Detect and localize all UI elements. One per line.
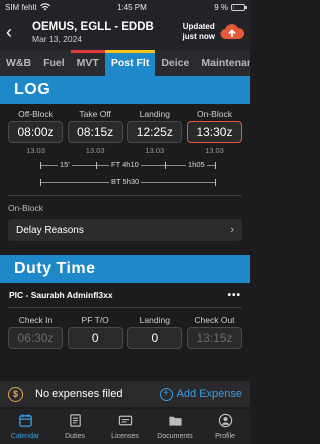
on-block-block: On-Block 13:30z 13.03 <box>186 108 242 155</box>
nav-calendar[interactable]: Calendar <box>3 413 48 440</box>
plus-circle-icon[interactable]: + <box>159 387 173 401</box>
check-in-duty-block: Check In 06:30z <box>8 314 63 349</box>
pic-name: PIC - Saurabh Adminfl3xx <box>9 290 113 300</box>
battery-percent: 9 % <box>214 2 228 12</box>
flight-date: Mar 13, 2024 <box>32 33 83 44</box>
landing-time-field[interactable]: 12:25z <box>127 121 183 143</box>
duty-section-title: Duty Time <box>0 255 250 283</box>
taxi-flight-timeline: 15' FT 4h10 1h05 <box>8 159 242 172</box>
nav-duties[interactable]: Duties <box>53 413 98 440</box>
onblock-subheading: On-Block <box>8 203 43 213</box>
nav-documents[interactable]: Documents <box>153 413 198 440</box>
bottom-navigation: Calendar Duties Licenses Documents Profile <box>0 409 250 444</box>
take-off-time-field[interactable]: 08:15z <box>67 121 123 143</box>
check-out-duty-label: Check Out <box>194 315 235 325</box>
tab-mvt[interactable]: MVT <box>70 50 105 76</box>
add-expense-button[interactable]: Add Expense <box>177 388 242 400</box>
nav-licenses[interactable]: Licenses <box>103 413 148 440</box>
tab-maintenance[interactable]: Maintenance <box>195 50 250 76</box>
off-block-block: Off-Block 08:00z 13.03 <box>8 108 63 155</box>
off-block-time-field[interactable]: 08:00z <box>8 121 63 143</box>
calendar-icon <box>18 413 33 433</box>
pf-t-o-duty-label: PF T/O <box>81 315 109 325</box>
dollar-icon: $ <box>8 386 23 402</box>
wifi-icon <box>39 3 50 11</box>
licenses-icon <box>118 413 133 433</box>
nav-label: Licenses <box>111 433 139 440</box>
nav-label: Calendar <box>10 433 40 440</box>
on-block-label: On-Block <box>196 109 232 119</box>
nav-label: Profile <box>215 433 235 440</box>
check-out-duty-block: Check Out 13:15z <box>186 314 242 349</box>
landing-duty-label: Landing <box>139 315 170 325</box>
battery-icon <box>230 3 247 11</box>
check-in-duty-label: Check In <box>18 315 53 325</box>
pf-t-o-duty-block: PF T/O 0 <box>67 314 123 349</box>
expenses-bar: $ No expenses filed + Add Expense <box>0 381 250 407</box>
landing-date: 13.03 <box>145 146 165 155</box>
check-in-duty-field[interactable]: 06:30z <box>8 327 63 349</box>
status-bar: SIM fehlt 1:45 PM 9 % <box>0 0 250 14</box>
take-off-label: Take Off <box>79 109 111 119</box>
duties-icon <box>68 413 83 433</box>
taxi-out-time: 15' <box>58 160 72 169</box>
log-section: Off-Block 08:00z 13.03 Take Off 08:15z 13.03 L… <box>0 104 250 241</box>
sync-status: Updated just now <box>182 22 215 41</box>
log-section-title: LOG <box>0 76 250 104</box>
section-tabs: W&BFuelMVTPost FltDeiceMaintenance <box>0 50 250 76</box>
delay-reasons-button[interactable]: Delay Reasons › <box>8 219 242 241</box>
tab-post-flt[interactable]: Post Flt <box>104 50 156 76</box>
take-off-block: Take Off 08:15z 13.03 <box>67 108 123 155</box>
delay-reasons-label: Delay Reasons <box>16 224 84 236</box>
on-block-time-field[interactable]: 13:30z <box>186 121 242 143</box>
nav-label: Duties <box>65 433 85 440</box>
off-block-date: 13.03 <box>26 146 45 155</box>
pf-t-o-duty-field[interactable]: 0 <box>67 327 123 349</box>
landing-block: Landing 12:25z 13.03 <box>127 108 183 155</box>
chevron-right-icon: › <box>230 224 234 236</box>
pic-row: PIC - Saurabh Adminfl3xx ••• <box>0 283 250 307</box>
flight-title: OEMUS, EGLL - EDDB <box>32 20 154 33</box>
landing-duty-block: Landing 0 <box>127 314 183 349</box>
taxi-in-time: 1h05 <box>186 160 207 169</box>
flight-time: FT 4h10 <box>109 160 141 169</box>
tab-fuel[interactable]: Fuel <box>37 50 71 76</box>
tab-w-b[interactable]: W&B <box>0 50 38 76</box>
flight-header: ‹ OEMUS, EGLL - EDDB Mar 13, 2024 Update… <box>0 14 250 50</box>
off-block-label: Off-Block <box>18 109 53 119</box>
nav-profile[interactable]: Profile <box>203 413 248 440</box>
check-out-duty-field[interactable]: 13:15z <box>186 327 242 349</box>
on-block-date: 13.03 <box>205 146 224 155</box>
block-time: BT 5h30 <box>109 177 142 186</box>
landing-duty-field[interactable]: 0 <box>127 327 183 349</box>
back-arrow-icon[interactable]: ‹ <box>6 22 22 43</box>
profile-icon <box>218 413 233 433</box>
take-off-date: 13.03 <box>85 146 105 155</box>
expenses-message: No expenses filed <box>35 388 123 400</box>
documents-icon <box>168 413 183 433</box>
nav-label: Documents <box>157 433 193 440</box>
block-time-timeline: BT 5h30 <box>8 176 242 189</box>
cloud-upload-icon[interactable] <box>220 23 244 41</box>
landing-label: Landing <box>139 109 170 119</box>
clock: 1:45 PM <box>116 2 147 12</box>
tab-deice[interactable]: Deice <box>155 50 196 76</box>
more-options-icon[interactable]: ••• <box>227 290 241 301</box>
carrier-label: SIM fehlt <box>5 2 37 12</box>
